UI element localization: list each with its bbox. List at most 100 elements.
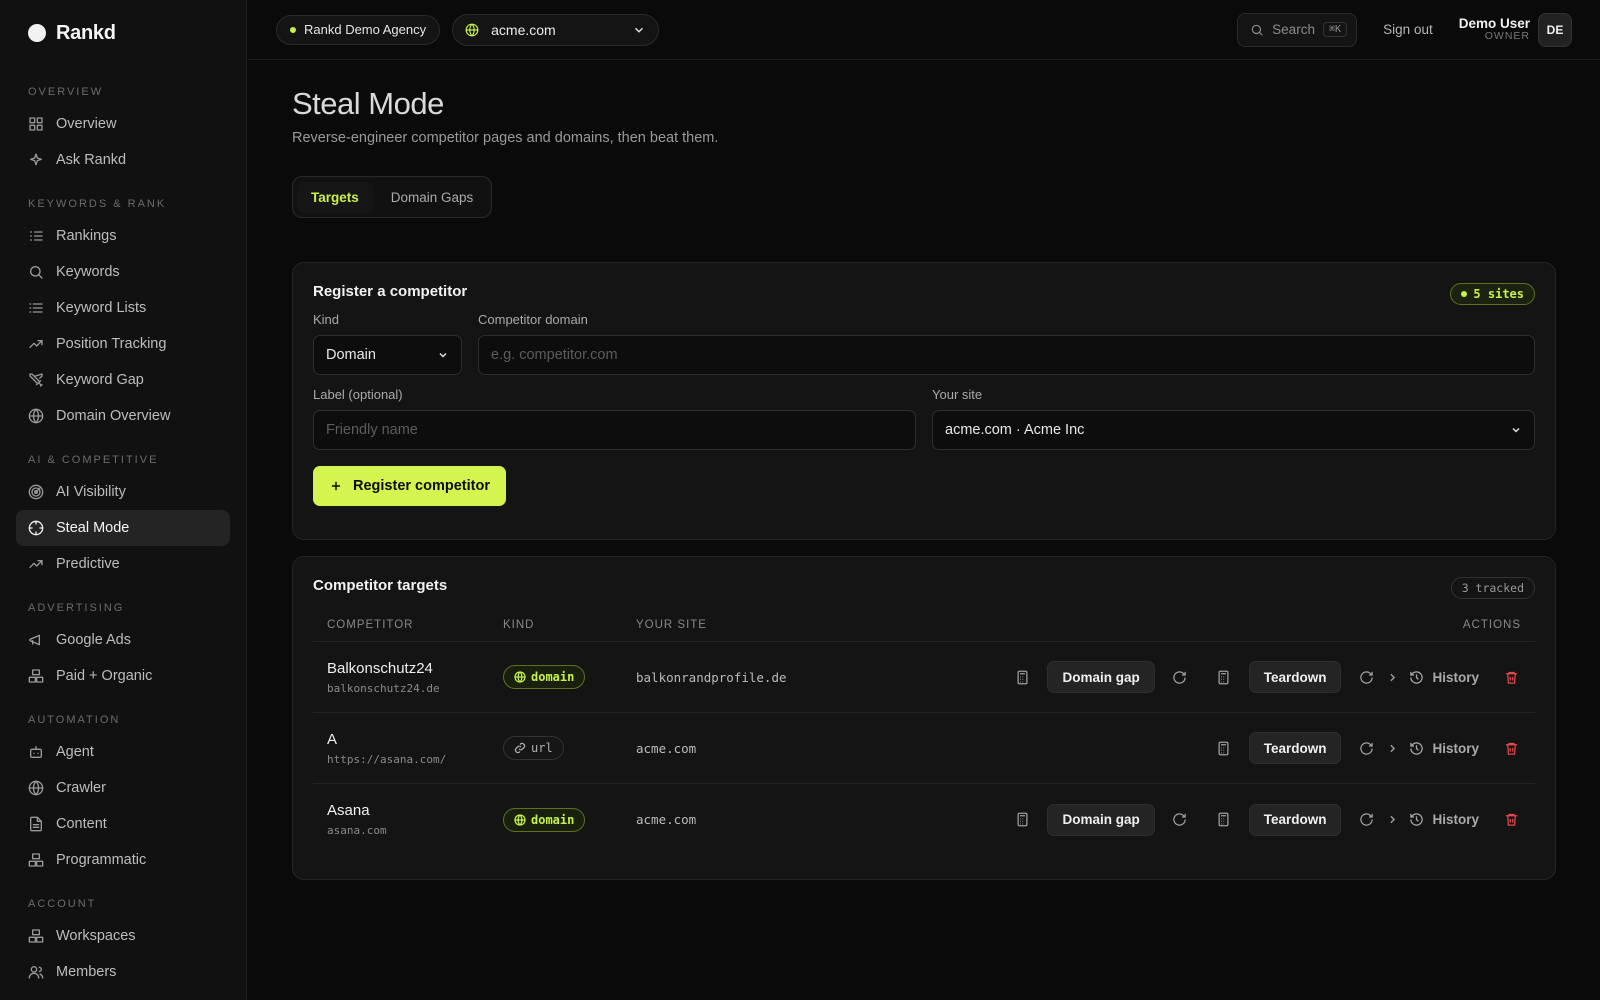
table-header: COMPETITOR KIND YOUR SITE ACTIONS — [313, 608, 1535, 642]
status-dot-icon — [290, 26, 296, 33]
domain-gap-calc-icon[interactable] — [1007, 662, 1037, 692]
kind-badge: domain — [503, 665, 586, 689]
teardown-calc-icon[interactable] — [1209, 805, 1239, 835]
kind-cell: domain — [503, 807, 636, 832]
sidebar-item-ai-visibility[interactable]: AI Visibility — [16, 474, 230, 510]
tab-domain-gaps[interactable]: Domain Gaps — [377, 182, 488, 213]
teardown-button[interactable]: Teardown — [1248, 661, 1342, 693]
chevron-right-icon[interactable] — [1381, 662, 1403, 692]
your-site-field: Your site acme.com · Acme Inc — [932, 387, 1535, 450]
domain-gap-button[interactable]: Domain gap — [1047, 661, 1155, 693]
sidebar-item-label: Members — [56, 964, 117, 980]
teardown-calc-icon[interactable] — [1209, 733, 1239, 763]
register-competitor-button[interactable]: Register competitor — [313, 466, 506, 506]
sidebar-item-programmatic[interactable]: Programmatic — [16, 842, 230, 878]
search-button[interactable]: Search ⌘K — [1237, 12, 1358, 47]
globe-icon — [28, 408, 44, 424]
kind-badge-label: domain — [531, 812, 575, 827]
swords-icon — [28, 372, 44, 388]
sites-count: 5 sites — [1473, 287, 1524, 301]
domain-gap-calc-icon[interactable] — [1007, 805, 1037, 835]
competitor-name: Balkonschutz24 — [327, 659, 433, 677]
page-subtitle: Reverse-engineer competitor pages and do… — [292, 130, 719, 146]
sidebar-item-label: Content — [56, 816, 107, 832]
chevron-right-icon[interactable] — [1381, 733, 1403, 763]
sidebar-item-workspaces[interactable]: Workspaces — [16, 918, 230, 954]
chevron-down-icon — [1510, 424, 1522, 436]
sidebar-item-paid-organic[interactable]: Paid + Organic — [16, 658, 230, 694]
nav-section-title: AI & COMPETITIVE — [28, 454, 159, 466]
sidebar-item-label: Rankings — [56, 228, 117, 244]
kind-badge-label: domain — [531, 670, 575, 684]
teardown-button[interactable]: Teardown — [1248, 732, 1342, 764]
teardown-button[interactable]: Teardown — [1248, 803, 1342, 836]
sidebar-item-predictive[interactable]: Predictive — [16, 546, 230, 582]
history-label: History — [1432, 740, 1479, 756]
file-text-icon — [28, 816, 44, 832]
domain-gap-button[interactable]: Domain gap — [1047, 803, 1155, 836]
page-title: Steal Mode — [292, 86, 444, 121]
domain-gap-refresh-icon[interactable] — [1165, 662, 1195, 692]
history-button[interactable]: History — [1409, 812, 1479, 827]
sidebar-item-position-tracking[interactable]: Position Tracking — [16, 326, 230, 362]
competitor-targets-card: Competitor targets 3 tracked COMPETITOR … — [292, 556, 1556, 880]
trash-icon[interactable] — [1501, 738, 1521, 758]
your-site-select[interactable]: acme.com · Acme Inc — [932, 410, 1535, 450]
kind-select[interactable]: Domain — [313, 335, 462, 375]
sidebar-item-agent[interactable]: Agent — [16, 734, 230, 770]
sidebar-item-ask-rankd[interactable]: Ask Rankd — [16, 142, 230, 178]
competitor-domain-input[interactable]: e.g. competitor.com — [478, 335, 1535, 375]
plus-icon — [329, 479, 343, 493]
globe-icon — [514, 813, 526, 826]
bot-icon — [28, 744, 44, 760]
teardown-calc-icon[interactable] — [1209, 662, 1239, 692]
sidebar-item-keywords[interactable]: Keywords — [16, 254, 230, 290]
site-selector[interactable]: acme.com — [452, 13, 660, 46]
trending-up-icon — [28, 336, 44, 352]
boxes-icon — [28, 668, 44, 684]
sign-out-link[interactable]: Sign out — [1383, 22, 1433, 37]
teardown-refresh-icon[interactable] — [1351, 662, 1381, 692]
list-icon — [28, 300, 44, 316]
competitor-cell: Asana asana.com — [327, 802, 503, 837]
history-button[interactable]: History — [1409, 741, 1479, 756]
sidebar-item-overview[interactable]: Overview — [16, 106, 230, 142]
teardown-refresh-icon[interactable] — [1351, 733, 1381, 763]
history-label: History — [1432, 812, 1479, 827]
user-info: Demo User OWNER — [1459, 16, 1530, 43]
sidebar-item-rankings[interactable]: Rankings — [16, 218, 230, 254]
sidebar-item-keyword-gap[interactable]: Keyword Gap — [16, 362, 230, 398]
trash-icon[interactable] — [1501, 667, 1521, 687]
sidebar-item-content[interactable]: Content — [16, 806, 230, 842]
search-shortcut: ⌘K — [1322, 22, 1347, 37]
tab-targets[interactable]: Targets — [297, 181, 373, 213]
avatar[interactable]: DE — [1538, 12, 1572, 47]
history-button[interactable]: History — [1409, 670, 1479, 685]
trash-icon[interactable] — [1501, 810, 1521, 830]
sidebar-item-domain-overview[interactable]: Domain Overview — [16, 398, 230, 434]
teardown-refresh-icon[interactable] — [1351, 805, 1381, 835]
chevron-right-icon[interactable] — [1381, 805, 1403, 835]
sidebar-item-members[interactable]: Members — [16, 954, 230, 990]
domain-gap-refresh-icon[interactable] — [1165, 805, 1195, 835]
domain-field: Competitor domain e.g. competitor.com — [478, 312, 1535, 375]
agency-switcher[interactable]: Rankd Demo Agency — [276, 14, 441, 45]
sidebar-item-steal-mode[interactable]: Steal Mode — [16, 510, 230, 546]
tab-bar: Targets Domain Gaps — [292, 176, 493, 218]
sidebar-item-google-ads[interactable]: Google Ads — [16, 622, 230, 658]
table-row: A https://asana.com/ url acme.com Teardo… — [313, 713, 1535, 784]
history-icon — [1409, 741, 1424, 756]
sidebar-item-label: Crawler — [56, 780, 106, 796]
site-selector-value: acme.com — [491, 21, 556, 38]
kind-cell: domain — [503, 665, 636, 689]
status-dot-icon — [1461, 291, 1468, 297]
sidebar-item-crawler[interactable]: Crawler — [16, 770, 230, 806]
sidebar-item-keyword-lists[interactable]: Keyword Lists — [16, 290, 230, 326]
col-competitor: COMPETITOR — [327, 618, 414, 631]
friendly-name-input[interactable]: Friendly name — [313, 410, 916, 450]
crosshair-icon — [28, 520, 44, 536]
sidebar-nav: OVERVIEW Overview Ask Rankd KEYWORDS & R… — [0, 86, 246, 990]
label-label: Label (optional) — [313, 387, 403, 402]
search-icon — [1250, 23, 1264, 37]
brand[interactable]: Rankd — [0, 0, 246, 66]
